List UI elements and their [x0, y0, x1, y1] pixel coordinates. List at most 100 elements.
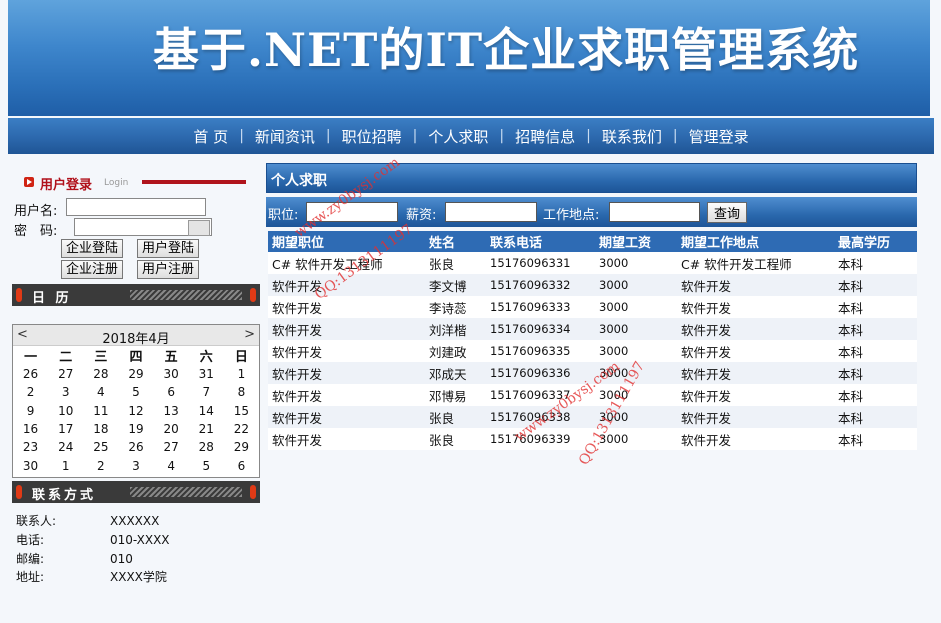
table-row[interactable]: 软件开发 邓成天 15176096336 3000 软件开发 本科	[268, 362, 917, 384]
calendar-day[interactable]: 2	[83, 456, 118, 474]
calendar-month-bar: < 2018年4月 >	[13, 325, 259, 347]
login-subtitle: Login	[104, 178, 129, 188]
calendar-day[interactable]: 17	[48, 420, 83, 438]
column-header[interactable]: 期望工作地点	[677, 231, 834, 252]
user-login-button[interactable]: 用户登陆	[137, 239, 200, 258]
calendar-day[interactable]: 30	[13, 456, 48, 474]
table-cell: 张良	[425, 252, 486, 274]
calendar-day[interactable]: 6	[224, 456, 259, 474]
column-header[interactable]: 最高学历	[834, 231, 917, 252]
keyboard-icon[interactable]	[188, 220, 210, 236]
contact-key: 联系人:	[16, 514, 57, 528]
calendar-day[interactable]: 31	[189, 365, 224, 383]
search-button[interactable]: 查询	[707, 202, 748, 223]
table-cell: 软件开发	[268, 406, 425, 428]
table-cell: 张良	[425, 406, 486, 428]
username-input[interactable]	[66, 198, 206, 216]
calendar-day[interactable]: 21	[189, 420, 224, 438]
calendar-day[interactable]: 26	[118, 438, 153, 456]
calendar-day[interactable]: 24	[48, 438, 83, 456]
company-login-button[interactable]: 企业登陆	[61, 239, 124, 258]
user-register-button[interactable]: 用户注册	[137, 260, 200, 279]
table-row[interactable]: C# 软件开发工程师 张良 15176096331 3000 C# 软件开发工程师 本科	[268, 252, 917, 274]
calendar-day[interactable]: 8	[224, 383, 259, 401]
calendar-day[interactable]: 29	[118, 365, 153, 383]
table-cell: 本科	[834, 428, 917, 450]
calendar-day[interactable]: 7	[189, 383, 224, 401]
calendar-day[interactable]: 27	[154, 438, 189, 456]
location-input[interactable]	[609, 202, 700, 222]
company-register-button[interactable]: 企业注册	[61, 260, 124, 279]
table-row[interactable]: 软件开发 张良 15176096339 3000 软件开发 本科	[268, 428, 917, 450]
column-header[interactable]: 期望工资	[595, 231, 677, 252]
calendar-day[interactable]: 12	[118, 402, 153, 420]
table-row[interactable]: 软件开发 李诗蕊 15176096333 3000 软件开发 本科	[268, 296, 917, 318]
calendar-day[interactable]: 16	[13, 420, 48, 438]
calendar-day[interactable]: 10	[48, 402, 83, 420]
column-header[interactable]: 姓名	[425, 231, 486, 252]
nav-contact[interactable]: 联系我们	[591, 126, 673, 147]
table-row[interactable]: 软件开发 刘洋楷 15176096334 3000 软件开发 本科	[268, 318, 917, 340]
calendar-day[interactable]: 4	[83, 383, 118, 401]
table-cell: 软件开发	[268, 274, 425, 296]
calendar-day[interactable]: 1	[224, 365, 259, 383]
calendar-day[interactable]: 3	[118, 456, 153, 474]
salary-input[interactable]	[445, 202, 537, 222]
calendar-day[interactable]: 28	[83, 365, 118, 383]
table-cell: 软件开发	[677, 274, 834, 296]
calendar-day[interactable]: 23	[13, 438, 48, 456]
table-cell: 15176096336	[486, 362, 595, 384]
calendar-day[interactable]: 9	[13, 402, 48, 420]
table-cell: 软件开发	[268, 340, 425, 362]
table-cell: 3000	[595, 252, 677, 274]
calendar-day[interactable]: 13	[154, 402, 189, 420]
table-cell: 软件开发	[677, 384, 834, 406]
location-label: 工作地点:	[543, 208, 600, 223]
weekday: 二	[59, 350, 73, 365]
calendar-day[interactable]: 3	[48, 383, 83, 401]
column-header[interactable]: 联系电话	[486, 231, 595, 252]
calendar-day[interactable]: 18	[83, 420, 118, 438]
table-cell: 本科	[834, 406, 917, 428]
nav-recruit-info[interactable]: 招聘信息	[504, 126, 586, 147]
position-input[interactable]	[306, 202, 398, 222]
calendar-day[interactable]: 26	[13, 365, 48, 383]
table-row[interactable]: 软件开发 刘建政 15176096335 3000 软件开发 本科	[268, 340, 917, 362]
calendar-day[interactable]: 28	[189, 438, 224, 456]
calendar-day[interactable]: 19	[118, 420, 153, 438]
calendar-day[interactable]: 2	[13, 383, 48, 401]
calendar-day[interactable]: 22	[224, 420, 259, 438]
calendar-grid: 一 二 三 四 五 六 日 26 27 28 29 30 31 1 2345678 9 10 1…	[13, 346, 259, 475]
calendar-day[interactable]: 20	[154, 420, 189, 438]
nav-news[interactable]: 新闻资讯	[244, 126, 326, 147]
table-cell: 软件开发	[677, 362, 834, 384]
column-header[interactable]: 期望职位	[268, 231, 425, 252]
nav-home[interactable]: 首 页	[182, 126, 239, 147]
table-cell: 软件开发	[677, 340, 834, 362]
table-row[interactable]: 软件开发 李文博 15176096332 3000 软件开发 本科	[268, 274, 917, 296]
calendar-day[interactable]: 5	[189, 456, 224, 474]
table-row[interactable]: 软件开发 邓博易 15176096337 3000 软件开发 本科	[268, 384, 917, 406]
calendar-day[interactable]: 15	[224, 402, 259, 420]
calendar-day[interactable]: 1	[48, 456, 83, 474]
calendar-day[interactable]: 25	[83, 438, 118, 456]
table-cell: 3000	[595, 296, 677, 318]
calendar-day[interactable]: 6	[154, 383, 189, 401]
nav-admin-login[interactable]: 管理登录	[678, 126, 760, 147]
nav-jobs[interactable]: 职位招聘	[331, 126, 413, 147]
table-cell: 15176096338	[486, 406, 595, 428]
nav-job-seeking[interactable]: 个人求职	[417, 126, 499, 147]
weekday: 三	[94, 350, 108, 365]
table-row[interactable]: 软件开发 张良 15176096338 3000 软件开发 本科	[268, 406, 917, 428]
calendar-day[interactable]: 30	[154, 365, 189, 383]
calendar-day[interactable]: 11	[83, 402, 118, 420]
calendar-day[interactable]: 27	[48, 365, 83, 383]
calendar-day[interactable]: 29	[224, 438, 259, 456]
next-month-button[interactable]: >	[244, 327, 255, 342]
section-header: 个人求职	[266, 163, 917, 193]
calendar-day[interactable]: 5	[118, 383, 153, 401]
calendar-day[interactable]: 4	[154, 456, 189, 474]
calendar-day[interactable]: 14	[189, 402, 224, 420]
table-cell: 刘洋楷	[425, 318, 486, 340]
pill-icon	[16, 288, 22, 302]
